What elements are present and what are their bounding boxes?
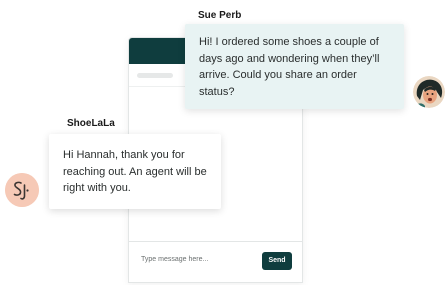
brand-logo-icon <box>5 173 39 207</box>
message-input[interactable]: Type message here... <box>141 256 208 263</box>
chat-composer: Type message here... Send <box>129 241 302 282</box>
send-button[interactable]: Send <box>262 252 292 270</box>
brand-name-label: ShoeLaLa <box>67 118 115 129</box>
customer-name-label: Sue Perb <box>198 10 242 21</box>
customer-message-bubble: Hi! I ordered some shoes a couple of day… <box>185 24 404 109</box>
brand-message-bubble: Hi Hannah, thank you for reaching out. A… <box>49 134 221 209</box>
brand-avatar <box>5 173 39 207</box>
customer-avatar <box>413 76 445 108</box>
subheader-placeholder <box>137 73 173 78</box>
customer-portrait-icon <box>413 76 445 108</box>
